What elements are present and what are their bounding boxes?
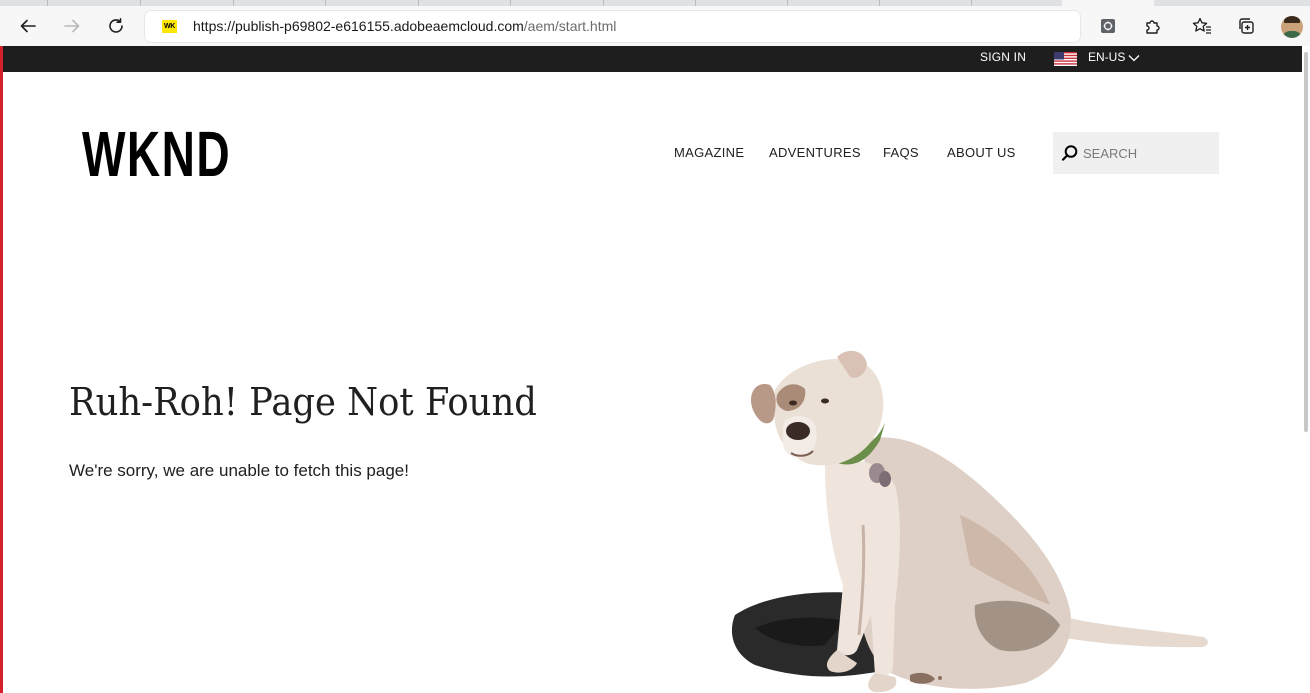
error-message: We're sorry, we are unable to fetch this… xyxy=(69,461,409,480)
url-text[interactable]: https://publish-p69802-e616155.adobeaemc… xyxy=(193,18,616,34)
url-host: https://publish-p69802-e616155.adobeaemc… xyxy=(193,18,524,34)
extension-icon xyxy=(1101,19,1115,33)
sign-in-link[interactable]: SIGN IN xyxy=(980,50,1026,64)
url-path: /aem/start.html xyxy=(523,18,617,34)
back-icon xyxy=(20,19,36,33)
extension-button[interactable] xyxy=(1092,10,1124,42)
search-icon xyxy=(1061,145,1078,161)
forward-icon xyxy=(64,19,80,33)
browser-toolbar: WK https://publish-p69802-e616155.adobea… xyxy=(0,6,1310,47)
forward-button[interactable] xyxy=(56,10,88,42)
avatar-shirt xyxy=(1282,31,1302,38)
extensions-button[interactable] xyxy=(1137,10,1169,42)
wknd-logo[interactable]: WKND xyxy=(82,121,231,187)
refresh-icon xyxy=(109,18,123,33)
avatar-hair xyxy=(1284,16,1300,23)
us-flag-icon[interactable] xyxy=(1054,52,1077,66)
language-selector[interactable]: EN-US xyxy=(1088,50,1125,64)
page-title: Ruh-Roh! Page Not Found xyxy=(69,380,537,424)
nav-magazine[interactable]: MAGAZINE xyxy=(674,145,744,160)
dog-image xyxy=(731,350,1208,693)
profile-avatar[interactable] xyxy=(1281,16,1303,38)
search-box[interactable] xyxy=(1053,132,1219,174)
nav-adventures[interactable]: ADVENTURES xyxy=(769,145,861,160)
search-input[interactable] xyxy=(1083,143,1213,163)
favorites-button[interactable] xyxy=(1186,10,1218,42)
nav-faqs[interactable]: FAQS xyxy=(883,145,919,160)
site-top-bar: SIGN IN EN-US xyxy=(3,46,1302,72)
address-bar[interactable]: WK https://publish-p69802-e616155.adobea… xyxy=(145,11,1080,42)
nav-about-us[interactable]: ABOUT US xyxy=(947,145,1016,160)
chevron-down-icon[interactable] xyxy=(1128,53,1140,63)
collections-icon xyxy=(1239,18,1254,34)
window-edge xyxy=(0,46,3,693)
puzzle-icon xyxy=(1146,20,1160,34)
collections-button[interactable] xyxy=(1230,10,1262,42)
favorites-icon xyxy=(1192,17,1211,34)
refresh-button[interactable] xyxy=(100,10,132,42)
scrollbar-thumb[interactable] xyxy=(1304,52,1308,432)
site-favicon: WK xyxy=(162,20,177,33)
back-button[interactable] xyxy=(12,10,44,42)
